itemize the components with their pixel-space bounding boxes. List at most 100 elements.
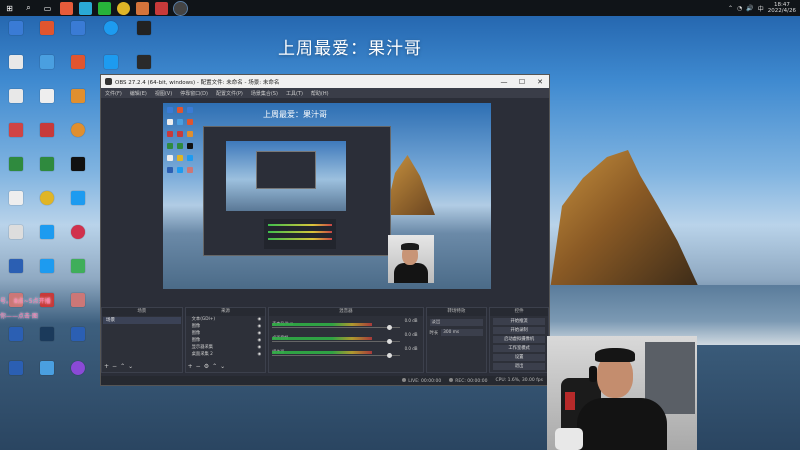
desktop-icon[interactable] — [31, 19, 63, 53]
exit-button[interactable]: 退出 — [493, 363, 545, 370]
mixer-channel-db: 0.0 dB — [404, 318, 418, 323]
eye-icon[interactable]: ◉ — [258, 344, 262, 351]
eye-icon[interactable]: ◉ — [258, 330, 262, 337]
desktop-icon[interactable] — [31, 53, 63, 87]
scene-item[interactable]: 场景 — [103, 317, 181, 324]
obs-titlebar[interactable]: OBS 27.2.4 (64-bit, windows) - 配置文件: 未命名… — [101, 75, 549, 88]
maximize-icon[interactable]: ☐ — [513, 78, 531, 86]
eye-icon[interactable]: ◉ — [258, 316, 262, 323]
desktop-icon[interactable] — [0, 53, 32, 87]
menu-docks[interactable]: 停靠窗口(D) — [180, 90, 208, 97]
desktop-icon[interactable] — [62, 359, 94, 393]
close-icon[interactable]: ✕ — [531, 78, 549, 86]
chevron-up-icon[interactable]: ⌃ — [728, 5, 733, 12]
taskbar-app-icon[interactable] — [79, 1, 92, 15]
desktop-icon[interactable] — [62, 257, 94, 291]
desktop-icon[interactable] — [0, 257, 32, 291]
add-icon[interactable]: + — [188, 363, 196, 370]
arrow-down-icon[interactable]: ⌄ — [128, 363, 136, 370]
ime-icon[interactable]: 中 — [758, 4, 764, 13]
desktop-icon[interactable] — [31, 359, 63, 393]
obs-status-bar: LIVE: 00:00:00 REC: 00:00:00 CPU: 1.6%, … — [101, 376, 549, 385]
studio-mode-button[interactable]: 工作室模式 — [493, 345, 545, 352]
clock[interactable]: 18:47 2022/4/26 — [768, 2, 796, 14]
menu-view[interactable]: 视图(V) — [155, 90, 172, 97]
remove-icon[interactable]: − — [196, 363, 204, 370]
desktop-icon[interactable] — [62, 19, 94, 53]
desktop-icon[interactable] — [62, 121, 94, 155]
source-item[interactable]: 图像 ◉ — [186, 323, 266, 330]
desktop-icon[interactable] — [0, 87, 32, 121]
desktop-icon[interactable] — [62, 87, 94, 121]
menu-help[interactable]: 帮助(H) — [311, 90, 329, 97]
desktop-icon[interactable] — [62, 223, 94, 257]
network-icon[interactable]: ◔ — [737, 5, 742, 12]
arrow-down-icon[interactable]: ⌄ — [220, 363, 228, 370]
start-virtual-camera-button[interactable]: 启动虚拟摄像机 — [493, 336, 545, 343]
desktop-icon[interactable] — [62, 155, 94, 189]
wechat-icon[interactable] — [98, 1, 111, 15]
desktop-icon[interactable] — [31, 87, 63, 121]
volume-slider[interactable] — [272, 327, 401, 328]
source-item[interactable]: 桌面采集 2 ◉ — [186, 351, 266, 358]
search-icon[interactable]: ⌕ — [22, 2, 35, 15]
desktop-icon[interactable] — [128, 19, 160, 53]
minimize-icon[interactable]: — — [495, 78, 513, 86]
volume-slider[interactable] — [272, 355, 401, 356]
desktop-icon[interactable] — [0, 359, 32, 393]
desktop-icon[interactable] — [0, 19, 32, 53]
arrow-up-icon[interactable]: ⌃ — [120, 363, 128, 370]
menu-profile[interactable]: 配置文件(P) — [216, 90, 243, 97]
menu-tools[interactable]: 工具(T) — [286, 90, 303, 97]
windows-start-icon[interactable]: ⊞ — [3, 2, 16, 15]
start-streaming-button[interactable]: 开始推流 — [493, 318, 545, 325]
source-item[interactable]: 显示器采集 ◉ — [186, 344, 266, 351]
task-view-icon[interactable]: ▭ — [41, 2, 54, 15]
desktop-icon[interactable] — [0, 223, 32, 257]
desktop-icon[interactable] — [31, 223, 63, 257]
obs-preview[interactable]: 上周最爱：果汁哥 — [163, 103, 491, 289]
eye-icon[interactable]: ◉ — [258, 323, 262, 330]
transition-type-select[interactable]: 淡出 — [429, 319, 484, 326]
arrow-up-icon[interactable]: ⌃ — [212, 363, 220, 370]
source-item[interactable]: 文本(GDI+) ◉ — [186, 316, 266, 323]
desktop-icon[interactable] — [31, 121, 63, 155]
desktop-icon[interactable] — [31, 189, 63, 223]
desktop-icon[interactable] — [62, 189, 94, 223]
desktop-icon[interactable] — [0, 155, 32, 189]
taskbar-app-icon[interactable] — [136, 1, 149, 15]
desktop-icon[interactable] — [0, 121, 32, 155]
obs-taskbar-icon[interactable] — [173, 0, 188, 16]
remove-icon[interactable]: − — [112, 363, 120, 370]
clock-date: 2022/4/26 — [767, 8, 796, 14]
chat-overlay: 号。 8点~5点开播 你——点击·图 — [0, 296, 100, 356]
volume-slider-handle[interactable] — [387, 325, 393, 330]
transition-duration-input[interactable]: 300 ms — [441, 329, 484, 336]
sources-header: 来源 — [185, 308, 266, 316]
source-item[interactable]: 图像 ◉ — [186, 337, 266, 344]
gear-icon[interactable]: ⚙ — [204, 363, 212, 370]
menu-file[interactable]: 文件(F) — [105, 90, 122, 97]
eye-icon[interactable]: ◉ — [258, 351, 262, 358]
volume-icon[interactable]: 🔊 — [746, 5, 753, 12]
volume-slider-handle[interactable] — [387, 339, 393, 344]
volume-slider-handle[interactable] — [387, 353, 393, 358]
chrome-icon[interactable] — [117, 1, 130, 15]
taskbar-app-icon[interactable] — [60, 1, 73, 15]
eye-icon[interactable]: ◉ — [258, 337, 262, 344]
preview-nested-obs — [203, 126, 391, 256]
desktop-icon[interactable] — [31, 155, 63, 189]
transitions-header: 转场特效 — [426, 308, 487, 316]
desktop-icon[interactable] — [31, 257, 63, 291]
volume-slider[interactable] — [272, 341, 401, 342]
start-recording-button[interactable]: 开始录制 — [493, 327, 545, 334]
desktop-icon[interactable] — [0, 189, 32, 223]
desktop-icon[interactable] — [62, 53, 94, 87]
desktop-icon[interactable] — [95, 19, 127, 53]
taskbar-app-icon[interactable] — [155, 1, 168, 15]
add-icon[interactable]: + — [104, 363, 112, 370]
settings-button[interactable]: 设置 — [493, 354, 545, 361]
menu-scene-collection[interactable]: 场景集合(S) — [251, 90, 278, 97]
menu-edit[interactable]: 编辑(E) — [130, 90, 147, 97]
source-item[interactable]: 图像 ◉ — [186, 330, 266, 337]
